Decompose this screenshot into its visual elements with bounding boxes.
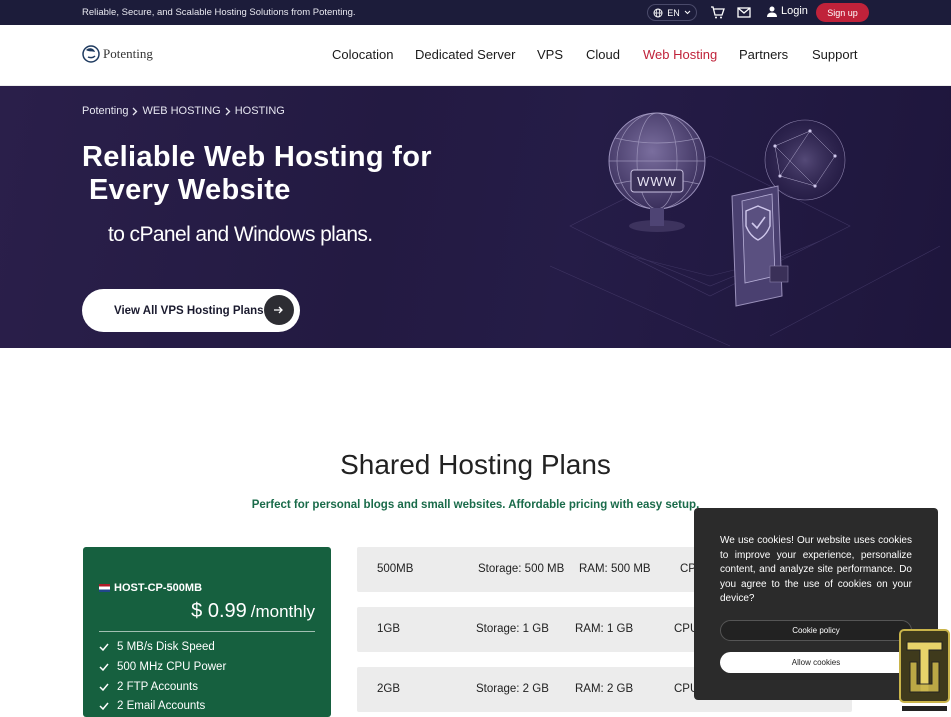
price-amount: $ 0.99	[191, 600, 247, 622]
plan-row-storage: Storage: 1 GB	[476, 623, 549, 635]
chevron-right-icon	[225, 107, 231, 115]
arrow-right-icon	[264, 295, 294, 325]
feature-label: 5 MB/s Disk Speed	[117, 641, 215, 653]
chevron-right-icon	[133, 107, 138, 115]
nav-cloud[interactable]: Cloud	[586, 47, 620, 62]
plan-row-storage: Storage: 2 GB	[476, 683, 549, 695]
chevron-down-icon	[684, 10, 691, 15]
feature-label: 2 FTP Accounts	[117, 681, 198, 693]
divider	[99, 631, 315, 632]
cookie-text: We use cookies! Our website uses cookies…	[720, 535, 912, 604]
watermark-logo	[898, 629, 951, 713]
plan-name: HOST-CP-500MB	[99, 582, 202, 594]
feature-item: 2 Email Accounts	[99, 700, 205, 712]
check-icon	[99, 663, 109, 671]
feature-item: 500 MHz CPU Power	[99, 661, 226, 673]
top-bar: Reliable, Secure, and Scalable Hosting S…	[0, 0, 951, 25]
user-icon	[767, 6, 777, 17]
breadcrumb: Potenting WEB HOSTING HOSTING	[82, 105, 285, 117]
mail-icon[interactable]	[736, 4, 752, 20]
nav-dedicated-server[interactable]: Dedicated Server	[415, 47, 515, 62]
plan-row-storage: Storage: 500 MB	[478, 563, 565, 575]
login-label: Login	[781, 5, 808, 17]
check-icon	[99, 643, 109, 651]
logo-icon	[82, 45, 100, 63]
hero-subtitle: to cPanel and Windows plans.	[108, 223, 373, 246]
cookie-policy-button[interactable]: Cookie policy	[720, 620, 912, 641]
hero-banner: WWW Potenting WEB HOSTING HOSTING Reliab…	[0, 86, 951, 348]
breadcrumb-home[interactable]: Potenting	[82, 105, 128, 117]
breadcrumb-hosting: HOSTING	[234, 105, 285, 117]
signup-button[interactable]: Sign up	[816, 3, 869, 22]
nav-support[interactable]: Support	[812, 47, 858, 62]
logo-text: Potenting	[103, 46, 153, 61]
main-navigation: Potenting Colocation Dedicated Server VP…	[0, 25, 951, 86]
nav-web-hosting[interactable]: Web Hosting	[643, 47, 717, 62]
feature-item: 2 FTP Accounts	[99, 681, 198, 693]
plan-price: $ 0.99 /monthly	[191, 600, 315, 623]
feature-item: 5 MB/s Disk Speed	[99, 641, 215, 653]
check-icon	[99, 702, 109, 710]
login-link[interactable]: Login	[767, 5, 808, 17]
plan-row-ram: RAM: 500 MB	[579, 563, 651, 575]
feature-label: 500 MHz CPU Power	[117, 661, 227, 673]
plan-row-name: 2GB	[377, 683, 401, 695]
tagline: Reliable, Secure, and Scalable Hosting S…	[82, 7, 356, 18]
hero-title-line2: Every Website	[89, 174, 291, 206]
language-selector[interactable]: EN	[647, 4, 697, 21]
featured-plan-card[interactable]: HOST-CP-500MB $ 0.99 /monthly 5 MB/s Dis…	[83, 547, 331, 717]
view-all-vps-plans-button[interactable]: View All VPS Hosting Plans	[82, 289, 300, 332]
plan-row-name: 1GB	[377, 623, 401, 635]
cta-label: View All VPS Hosting Plans	[114, 304, 264, 317]
globe-icon	[653, 8, 663, 17]
language-label: EN	[667, 7, 680, 18]
globe-www-label: WWW	[637, 174, 677, 189]
netherlands-flag-icon	[99, 584, 110, 592]
logo[interactable]: Potenting	[82, 44, 153, 64]
allow-cookies-button[interactable]: Allow cookies	[720, 652, 912, 673]
nav-partners[interactable]: Partners	[739, 47, 788, 62]
nav-colocation[interactable]: Colocation	[332, 47, 393, 62]
cart-icon[interactable]	[709, 4, 725, 20]
hero-title-line1: Reliable Web Hosting for	[82, 141, 432, 173]
breadcrumb-web-hosting[interactable]: WEB HOSTING	[142, 105, 220, 117]
section-title: Shared Hosting Plans	[340, 449, 611, 480]
feature-label: 2 Email Accounts	[117, 700, 206, 712]
nav-vps[interactable]: VPS	[537, 47, 563, 62]
plan-row-ram: RAM: 1 GB	[575, 623, 634, 635]
plan-row-name: 500MB	[377, 563, 414, 575]
plan-name-label: HOST-CP-500MB	[114, 582, 203, 594]
price-period: /monthly	[250, 602, 315, 621]
check-icon	[99, 683, 109, 691]
hero-illustration: WWW	[549, 112, 941, 347]
plan-row-ram: RAM: 2 GB	[575, 683, 634, 695]
